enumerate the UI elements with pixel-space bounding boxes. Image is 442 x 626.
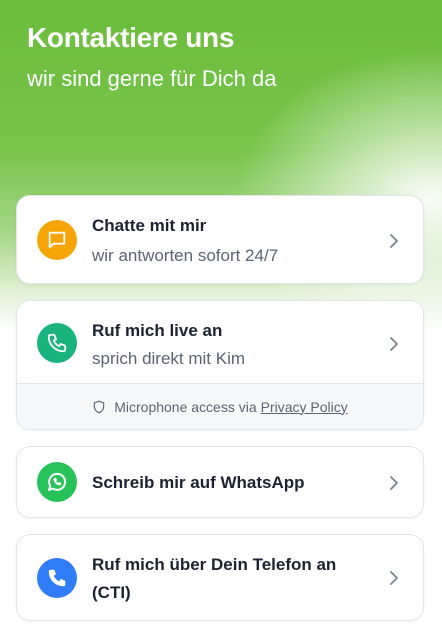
whatsapp-option-label: Schreib mir auf WhatsApp xyxy=(92,473,305,492)
privacy-notice-text: Microphone access via xyxy=(114,398,257,415)
call-option-label: Ruf mich live an xyxy=(92,321,223,340)
whatsapp-option-row[interactable]: Schreib mir auf WhatsApp xyxy=(17,447,423,517)
chat-option-label: Chatte mit mir xyxy=(92,216,207,235)
cti-option-label-line2: (CTI) xyxy=(92,583,131,602)
whatsapp-icon xyxy=(37,462,77,502)
page-title: Kontaktiere uns xyxy=(27,22,235,53)
chevron-right-icon xyxy=(390,337,398,351)
chevron-right-icon xyxy=(390,571,398,585)
shield-icon xyxy=(93,400,105,413)
phone-icon xyxy=(37,558,77,598)
chat-option-row[interactable]: Chatte mit mir wir antworten sofort 24/7 xyxy=(17,196,423,283)
phone-icon xyxy=(37,323,77,363)
chat-bubble-icon xyxy=(37,220,77,260)
cti-option-label-line1: Ruf mich über Dein Telefon an xyxy=(92,555,337,574)
call-option-sub: sprich direkt mit Kim xyxy=(92,349,246,368)
call-option-row[interactable]: Ruf mich live an sprich direkt mit Kim xyxy=(17,301,423,385)
chat-option-card[interactable]: Chatte mit mir wir antworten sofort 24/7 xyxy=(16,195,424,284)
chat-option-sub: wir antworten sofort 24/7 xyxy=(92,246,279,265)
chevron-right-icon xyxy=(390,476,398,490)
cti-option-row[interactable]: Ruf mich über Dein Telefon an (CTI) xyxy=(17,535,423,620)
whatsapp-option-card[interactable]: Schreib mir auf WhatsApp xyxy=(16,446,424,518)
privacy-policy-link[interactable]: Privacy Policy xyxy=(261,399,348,415)
call-option-card: Ruf mich live an sprich direkt mit Kim M… xyxy=(16,300,424,430)
cti-option-card[interactable]: Ruf mich über Dein Telefon an (CTI) xyxy=(16,534,424,621)
page-subtitle: wir sind gerne für Dich da xyxy=(27,66,277,91)
chevron-right-icon xyxy=(390,234,398,248)
privacy-notice: Microphone access via Privacy Policy xyxy=(17,383,423,429)
